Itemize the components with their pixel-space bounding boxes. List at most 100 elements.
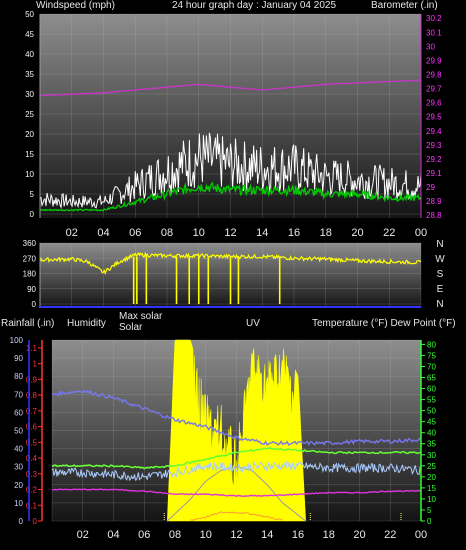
temp-tick-label: 80	[427, 340, 436, 349]
temp-tick-label: 40	[427, 429, 436, 438]
direction-tick-label: 270	[23, 254, 37, 263]
temp-tick-label: 10	[427, 495, 436, 504]
weather-chart: 0510152025303540455028.828.92929.129.229…	[10, 10, 446, 541]
wind-x-tick-label: 04	[97, 227, 109, 239]
wind-tick-label: 35	[25, 70, 34, 79]
bottom-x-tick-label: 16	[292, 529, 304, 541]
wind-x-tick-label: 02	[66, 227, 78, 239]
wind-tick-label: 15	[25, 150, 34, 159]
temp-tick-label: 60	[427, 385, 436, 394]
bottom-x-tick-label: 18	[323, 529, 335, 541]
bottom-x-tick-label: 10	[200, 529, 212, 541]
wind-x-tick-label: 20	[351, 227, 363, 239]
humidity-tick-label: 40	[14, 445, 23, 454]
rain-tick-label: 0.3	[26, 470, 38, 479]
bottom-x-tick-label: 14	[261, 529, 273, 541]
temp-tick-label: 65	[427, 374, 436, 383]
barometer-tick-label: 28.8	[426, 211, 442, 220]
humidity-tick-label: 90	[14, 354, 23, 363]
wind-tick-label: 30	[25, 90, 34, 99]
temp-tick-label: 35	[427, 440, 436, 449]
bottom-x-tick-label: 12	[230, 529, 242, 541]
barometer-tick-label: 30.2	[426, 14, 442, 23]
wind-tick-label: 40	[25, 50, 34, 59]
wind-x-tick-label: 14	[256, 227, 268, 239]
humidity-tick-label: 10	[14, 499, 23, 508]
humidity-tick-label: 60	[14, 408, 23, 417]
compass-letter: W	[435, 254, 445, 265]
bottom-x-tick-label: 08	[169, 529, 181, 541]
barometer-tick-label: 29.3	[426, 141, 442, 150]
rain-tick-label: 0.4	[26, 454, 38, 463]
bottom-x-tick-label: 02	[77, 529, 89, 541]
wind-x-tick-label: 12	[224, 227, 236, 239]
humidity-tick-label: 50	[14, 427, 23, 436]
temp-tick-label: 75	[427, 351, 436, 360]
temp-tick-label: 30	[427, 451, 436, 460]
compass-letter: N	[436, 239, 443, 250]
temp-tick-label: 25	[427, 462, 436, 471]
barometer-tick-label: 29.7	[426, 85, 442, 94]
barometer-tick-label: 29.6	[426, 99, 442, 108]
barometer-tick-label: 29.5	[426, 113, 442, 122]
temp-tick-label: 20	[427, 473, 436, 482]
wind-tick-label: 20	[25, 130, 34, 139]
barometer-tick-label: 29.1	[426, 169, 442, 178]
humidity-tick-label: 0	[19, 517, 24, 526]
barometer-tick-label: 29.4	[426, 127, 442, 136]
barometer-tick-label: 29.2	[426, 155, 442, 164]
bottom-x-tick-label: 06	[138, 529, 150, 541]
temp-tick-label: 15	[427, 484, 436, 493]
wind-x-tick-label: 16	[288, 227, 300, 239]
humidity-tick-label: 30	[14, 463, 23, 472]
direction-tick-label: 180	[23, 270, 37, 279]
rain-tick-label: 0.2	[26, 486, 38, 495]
wind-tick-label: 50	[25, 10, 34, 19]
rain-tick-label: 0.1	[26, 501, 38, 510]
wind-tick-label: 0	[30, 210, 35, 219]
rain-tick-label: 0.5	[26, 438, 38, 447]
temp-tick-label: 5	[427, 506, 432, 515]
compass-letter: E	[437, 284, 444, 295]
wind-x-tick-label: 06	[129, 227, 141, 239]
rain-tick-label: 0.8	[26, 391, 38, 400]
rain-tick-label: 0	[33, 517, 38, 526]
temp-tick-label: 0	[427, 517, 432, 526]
wind-x-tick-label: 18	[320, 227, 332, 239]
rain-tick-label: 1.1	[26, 344, 38, 353]
direction-tick-label: 0	[32, 300, 37, 309]
bottom-x-tick-label: 04	[107, 529, 119, 541]
direction-tick-label: 90	[27, 285, 36, 294]
bottom-x-tick-label: 00	[415, 529, 427, 541]
barometer-tick-label: 29.9	[426, 56, 442, 65]
temp-tick-label: 50	[427, 407, 436, 416]
wind-tick-label: 25	[25, 110, 34, 119]
barometer-tick-label: 29.8	[426, 70, 442, 79]
temp-tick-label: 70	[427, 362, 436, 371]
humidity-tick-label: 100	[10, 336, 24, 345]
temp-tick-label: 55	[427, 396, 436, 405]
barometer-tick-label: 28.9	[426, 197, 442, 206]
direction-tick-label: 360	[23, 239, 37, 248]
compass-letter: S	[437, 269, 444, 280]
wind-x-tick-label: 22	[383, 227, 395, 239]
wind-x-tick-label: 00	[415, 227, 427, 239]
rain-tick-label: 0.6	[26, 423, 38, 432]
temp-tick-label: 45	[427, 418, 436, 427]
wind-x-tick-label: 10	[193, 227, 205, 239]
compass-letter: N	[436, 299, 443, 310]
rain-tick-label: 0.9	[26, 375, 38, 384]
barometer-tick-label: 30	[426, 42, 435, 51]
humidity-tick-label: 70	[14, 390, 23, 399]
barometer-tick-label: 29	[426, 183, 435, 192]
wind-tick-label: 45	[25, 30, 34, 39]
rain-tick-label: 0.7	[26, 407, 38, 416]
humidity-tick-label: 80	[14, 372, 23, 381]
wind-tick-label: 5	[30, 190, 35, 199]
bottom-x-tick-label: 20	[353, 529, 365, 541]
humidity-tick-label: 20	[14, 481, 23, 490]
wind-x-tick-label: 08	[161, 227, 173, 239]
barometer-tick-label: 30.1	[426, 28, 442, 37]
wind-tick-label: 10	[25, 170, 34, 179]
bottom-x-tick-label: 22	[384, 529, 396, 541]
